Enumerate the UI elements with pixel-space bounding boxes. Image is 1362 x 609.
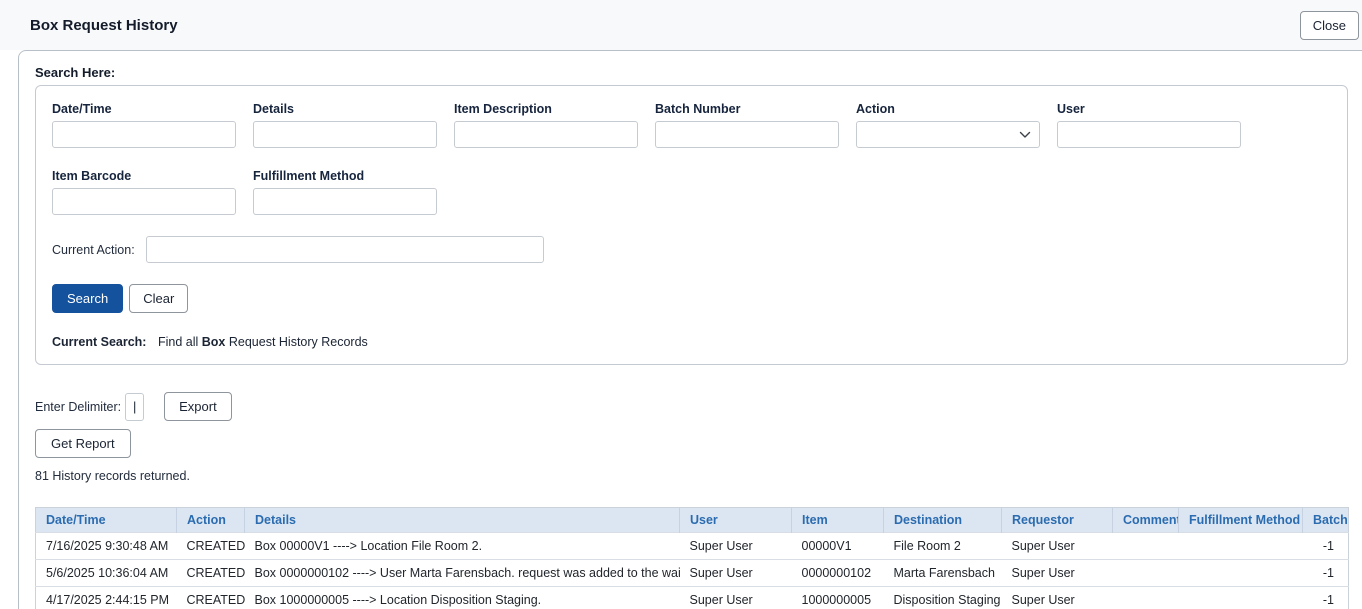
cell-date-time: 7/16/2025 9:30:48 AM	[36, 533, 177, 560]
page-title: Box Request History	[30, 17, 178, 34]
cell-details: Box 1000000005 ----> Location Dispositio…	[245, 587, 680, 609]
cell-item: 0000000102	[792, 560, 884, 587]
search-panel: Date/Time Details Item Description Batch…	[35, 85, 1348, 365]
cell-batch: -1	[1303, 560, 1349, 587]
cell-action: CREATED	[177, 533, 245, 560]
field-user: User	[1057, 102, 1241, 148]
cell-destination: Disposition Staging	[884, 587, 1002, 609]
field-item-description: Item Description	[454, 102, 638, 148]
fulfillment-method-input[interactable]	[253, 188, 437, 215]
field-action: Action	[856, 102, 1040, 148]
fulfillment-method-label: Fulfillment Method	[253, 169, 437, 183]
item-description-input[interactable]	[454, 121, 638, 148]
cell-fulfillment-method	[1179, 533, 1303, 560]
col-header-action[interactable]: Action	[177, 508, 245, 533]
cell-date-time: 4/17/2025 2:44:15 PM	[36, 587, 177, 609]
col-header-date-time[interactable]: Date/Time	[36, 508, 177, 533]
cell-action: CREATED	[177, 587, 245, 609]
search-button[interactable]: Search	[52, 284, 123, 313]
date-time-label: Date/Time	[52, 102, 236, 116]
col-header-user[interactable]: User	[680, 508, 792, 533]
header-bar: Box Request History Close	[0, 0, 1362, 50]
cell-destination: File Room 2	[884, 533, 1002, 560]
cell-requestor: Super User	[1002, 560, 1113, 587]
current-search-label: Current Search:	[52, 335, 146, 349]
cell-item: 00000V1	[792, 533, 884, 560]
user-input[interactable]	[1057, 121, 1241, 148]
cell-batch: -1	[1303, 587, 1349, 609]
cell-comment	[1113, 533, 1179, 560]
current-action-label: Current Action:	[52, 243, 135, 257]
field-date-time: Date/Time	[52, 102, 236, 148]
cell-destination: Marta Farensbach	[884, 560, 1002, 587]
export-button[interactable]: Export	[164, 392, 232, 421]
col-header-item[interactable]: Item	[792, 508, 884, 533]
cell-user: Super User	[680, 560, 792, 587]
records-returned-text: 81 History records returned.	[35, 469, 1362, 483]
col-header-batch[interactable]: Batch	[1303, 508, 1349, 533]
main-container: Search Here: Date/Time Details Item Desc…	[18, 50, 1362, 609]
batch-number-label: Batch Number	[655, 102, 839, 116]
get-report-button[interactable]: Get Report	[35, 429, 131, 458]
col-header-comment[interactable]: Comment	[1113, 508, 1179, 533]
search-section-label: Search Here:	[35, 65, 1362, 80]
cell-user: Super User	[680, 587, 792, 609]
cell-details: Box 0000000102 ----> User Marta Farensba…	[245, 560, 680, 587]
user-label: User	[1057, 102, 1241, 116]
delimiter-input[interactable]	[125, 393, 144, 421]
search-buttons-row: Search Clear	[52, 284, 1331, 313]
field-batch-number: Batch Number	[655, 102, 839, 148]
cell-fulfillment-method	[1179, 587, 1303, 609]
cell-requestor: Super User	[1002, 533, 1113, 560]
current-action-input[interactable]	[146, 236, 544, 263]
current-search-line: Current Search: Find all Box Request His…	[52, 335, 1331, 349]
details-input[interactable]	[253, 121, 437, 148]
table-header-row: Date/Time Action Details User Item Desti…	[36, 508, 1349, 533]
cell-item: 1000000005	[792, 587, 884, 609]
field-fulfillment-method: Fulfillment Method	[253, 169, 437, 215]
table-row[interactable]: 7/16/2025 9:30:48 AM CREATED Box 00000V1…	[36, 533, 1349, 560]
col-header-requestor[interactable]: Requestor	[1002, 508, 1113, 533]
col-header-details[interactable]: Details	[245, 508, 680, 533]
field-item-barcode: Item Barcode	[52, 169, 236, 215]
field-details: Details	[253, 102, 437, 148]
cell-details: Box 00000V1 ----> Location File Room 2.	[245, 533, 680, 560]
col-header-fulfillment-method[interactable]: Fulfillment Method	[1179, 508, 1303, 533]
close-button[interactable]: Close	[1300, 11, 1359, 40]
current-action-row: Current Action:	[52, 236, 1331, 263]
item-description-label: Item Description	[454, 102, 638, 116]
details-label: Details	[253, 102, 437, 116]
cell-action: CREATED	[177, 560, 245, 587]
table-row[interactable]: 5/6/2025 10:36:04 AM CREATED Box 0000000…	[36, 560, 1349, 587]
chevron-down-icon	[1019, 131, 1031, 139]
col-header-destination[interactable]: Destination	[884, 508, 1002, 533]
batch-number-input[interactable]	[655, 121, 839, 148]
cell-fulfillment-method	[1179, 560, 1303, 587]
cell-batch: -1	[1303, 533, 1349, 560]
current-search-bold-term: Box	[202, 335, 226, 349]
action-select[interactable]	[856, 121, 1040, 148]
search-fields-row-1: Date/Time Details Item Description Batch…	[52, 102, 1331, 148]
current-search-text-prefix: Find all	[158, 335, 198, 349]
item-barcode-input[interactable]	[52, 188, 236, 215]
cell-requestor: Super User	[1002, 587, 1113, 609]
search-fields-row-2: Item Barcode Fulfillment Method	[52, 169, 1331, 215]
cell-date-time: 5/6/2025 10:36:04 AM	[36, 560, 177, 587]
cell-user: Super User	[680, 533, 792, 560]
current-search-text-suffix: Request History Records	[229, 335, 368, 349]
table-row[interactable]: 4/17/2025 2:44:15 PM CREATED Box 1000000…	[36, 587, 1349, 609]
delimiter-label: Enter Delimiter:	[35, 400, 121, 414]
history-table: Date/Time Action Details User Item Desti…	[35, 507, 1349, 609]
cell-comment	[1113, 587, 1179, 609]
action-label: Action	[856, 102, 1040, 116]
item-barcode-label: Item Barcode	[52, 169, 236, 183]
clear-button[interactable]: Clear	[129, 284, 188, 313]
delimiter-row: Enter Delimiter: Export	[35, 392, 1362, 421]
date-time-input[interactable]	[52, 121, 236, 148]
cell-comment	[1113, 560, 1179, 587]
